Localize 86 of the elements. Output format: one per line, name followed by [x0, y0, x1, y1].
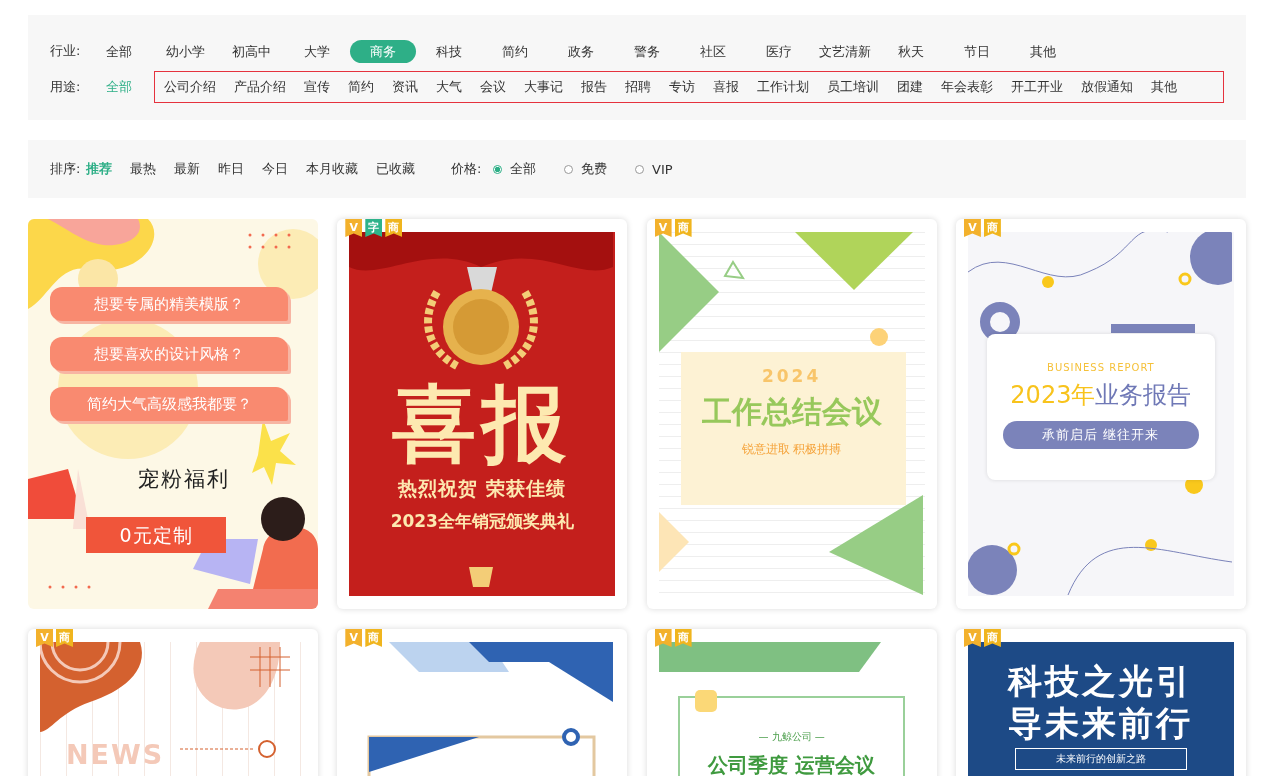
sort-option[interactable]: 本月收藏: [306, 160, 358, 178]
usage-option[interactable]: 招聘: [616, 77, 660, 97]
usage-option[interactable]: 开工开业: [1002, 77, 1072, 97]
sort-option[interactable]: 昨日: [218, 160, 244, 178]
industry-option[interactable]: 科技: [416, 39, 482, 63]
commercial-badge: 商: [674, 219, 692, 237]
industry-option[interactable]: 初高中: [218, 39, 284, 63]
usage-option[interactable]: 专访: [660, 77, 704, 97]
vip-badge: V: [345, 219, 363, 237]
commercial-badge: 商: [385, 219, 403, 237]
speech-bubble: 想要喜欢的设计风格？: [50, 337, 288, 371]
ribbon-banner: 0元定制: [86, 517, 226, 553]
industry-option[interactable]: 全部: [86, 39, 152, 63]
poster-title: 科技之光引: [1008, 660, 1194, 702]
vip-badge: V: [345, 629, 363, 647]
industry-option[interactable]: 大学: [284, 39, 350, 63]
poster-text: 未来前行的创新之路: [1014, 748, 1187, 770]
industry-option[interactable]: 政务: [548, 39, 614, 63]
usage-option[interactable]: 公司介绍: [155, 77, 225, 97]
usage-option[interactable]: 工作计划: [748, 77, 818, 97]
usage-option[interactable]: 资讯: [383, 77, 427, 97]
speech-bubble: 想要专属的精美模版？: [50, 287, 288, 321]
usage-option[interactable]: 报告: [572, 77, 616, 97]
commercial-badge: 商: [983, 219, 1001, 237]
usage-option[interactable]: 大事记: [515, 77, 572, 97]
poster-title: 2023年业务报告: [1010, 380, 1192, 411]
industry-option[interactable]: 简约: [482, 39, 548, 63]
template-card[interactable]: BUSINESS REPORT 2023年业务报告 承前启后 继往开来 V 商: [955, 219, 1246, 609]
poster-text: — 九鲸公司 —: [758, 730, 825, 744]
filter-label: 用途:: [50, 78, 80, 96]
commercial-badge: 商: [983, 629, 1001, 647]
poster-title: 导未来前行: [1008, 702, 1194, 744]
poster-title: 公司季度 运营会议: [708, 752, 876, 776]
industry-option[interactable]: 警务: [614, 39, 680, 63]
price-option[interactable]: 免费: [564, 160, 607, 178]
poster-text: 锐意进取 积极拼搏: [741, 441, 842, 458]
price-label: 价格:: [451, 160, 481, 178]
sort-option[interactable]: 最新: [174, 160, 200, 178]
industry-option[interactable]: 秋天: [878, 39, 944, 63]
template-card[interactable]: 喜报 热烈祝贺 荣获佳绩 2023全年销冠颁奖典礼 V 字 商: [337, 219, 628, 609]
usage-option[interactable]: 团建: [888, 77, 932, 97]
template-card[interactable]: 想要专属的精美模版？ 想要喜欢的设计风格？ 简约大气高级感我都要？ 宠粉福利 0元定制: [28, 219, 318, 609]
vip-badge: V: [654, 219, 672, 237]
industry-option[interactable]: 节日: [944, 39, 1010, 63]
pill-banner: 承前启后 继往开来: [1002, 421, 1199, 449]
industry-option[interactable]: 幼小学: [152, 39, 218, 63]
vip-badge: V: [654, 629, 672, 647]
template-card[interactable]: — 九鲸公司 — 公司季度 运营会议 V 商: [646, 629, 937, 776]
usage-option[interactable]: 放假通知: [1072, 77, 1142, 97]
commercial-badge: 商: [674, 629, 692, 647]
sort-option[interactable]: 今日: [262, 160, 288, 178]
usage-option[interactable]: 其他: [1142, 77, 1186, 97]
font-badge: 字: [365, 219, 383, 237]
vip-badge: V: [963, 629, 981, 647]
usage-option[interactable]: 产品介绍: [225, 77, 295, 97]
poster-text: 2023全年销冠颁奖典礼: [390, 510, 574, 533]
template-card[interactable]: 科技之光引 导未来前行 未来前行的创新之路 V 商: [955, 629, 1246, 776]
vip-badge: V: [963, 219, 981, 237]
sort-option[interactable]: 已收藏: [376, 160, 415, 178]
industry-option[interactable]: 文艺清新: [812, 39, 878, 63]
industry-option[interactable]: 社区: [680, 39, 746, 63]
poster-text: 热烈祝贺 荣获佳绩: [398, 476, 567, 501]
poster-text: 2024: [761, 366, 822, 386]
speech-bubble: 简约大气高级感我都要？: [50, 387, 288, 421]
usage-option[interactable]: 简约: [339, 77, 383, 97]
filter-label: 行业:: [50, 42, 80, 60]
industry-option[interactable]: 医疗: [746, 39, 812, 63]
sort-label: 排序:: [50, 160, 80, 178]
usage-option[interactable]: 年会表彰: [932, 77, 1002, 97]
price-option[interactable]: VIP: [635, 161, 673, 177]
commercial-badge: 商: [365, 629, 383, 647]
price-option[interactable]: 全部: [493, 160, 536, 178]
usage-option[interactable]: 员工培训: [818, 77, 888, 97]
poster-text: BUSINESS REPORT: [1047, 362, 1155, 373]
usage-option[interactable]: 宣传: [295, 77, 339, 97]
sort-option[interactable]: 最热: [130, 160, 156, 178]
poster-title: 工作总结会议: [701, 393, 882, 431]
usage-option[interactable]: 大气: [427, 77, 471, 97]
usage-option[interactable]: 会议: [471, 77, 515, 97]
commercial-badge: 商: [56, 629, 73, 647]
usage-option[interactable]: 喜报: [704, 77, 748, 97]
poster-title: 喜报: [392, 382, 573, 466]
poster-text: 宠粉福利: [138, 466, 230, 493]
poster-title: NEWS: [66, 739, 165, 770]
industry-option[interactable]: 其他: [1010, 39, 1076, 63]
vip-badge: V: [36, 629, 53, 647]
